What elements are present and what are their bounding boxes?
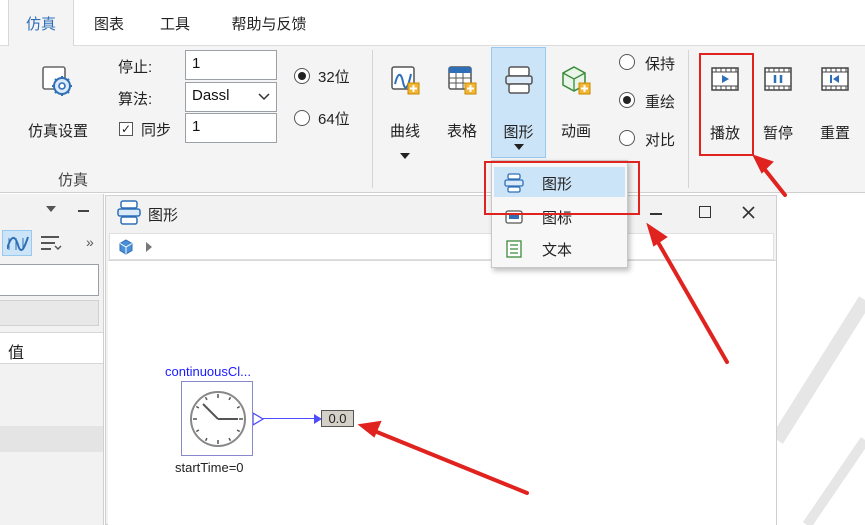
arrow-head-icon xyxy=(646,222,668,247)
arrow-head-icon xyxy=(752,154,774,174)
arrow-to-play xyxy=(760,164,787,197)
arrow-to-menu xyxy=(653,235,729,364)
arrow-to-display xyxy=(370,428,529,495)
annotation-arrows xyxy=(357,154,787,495)
